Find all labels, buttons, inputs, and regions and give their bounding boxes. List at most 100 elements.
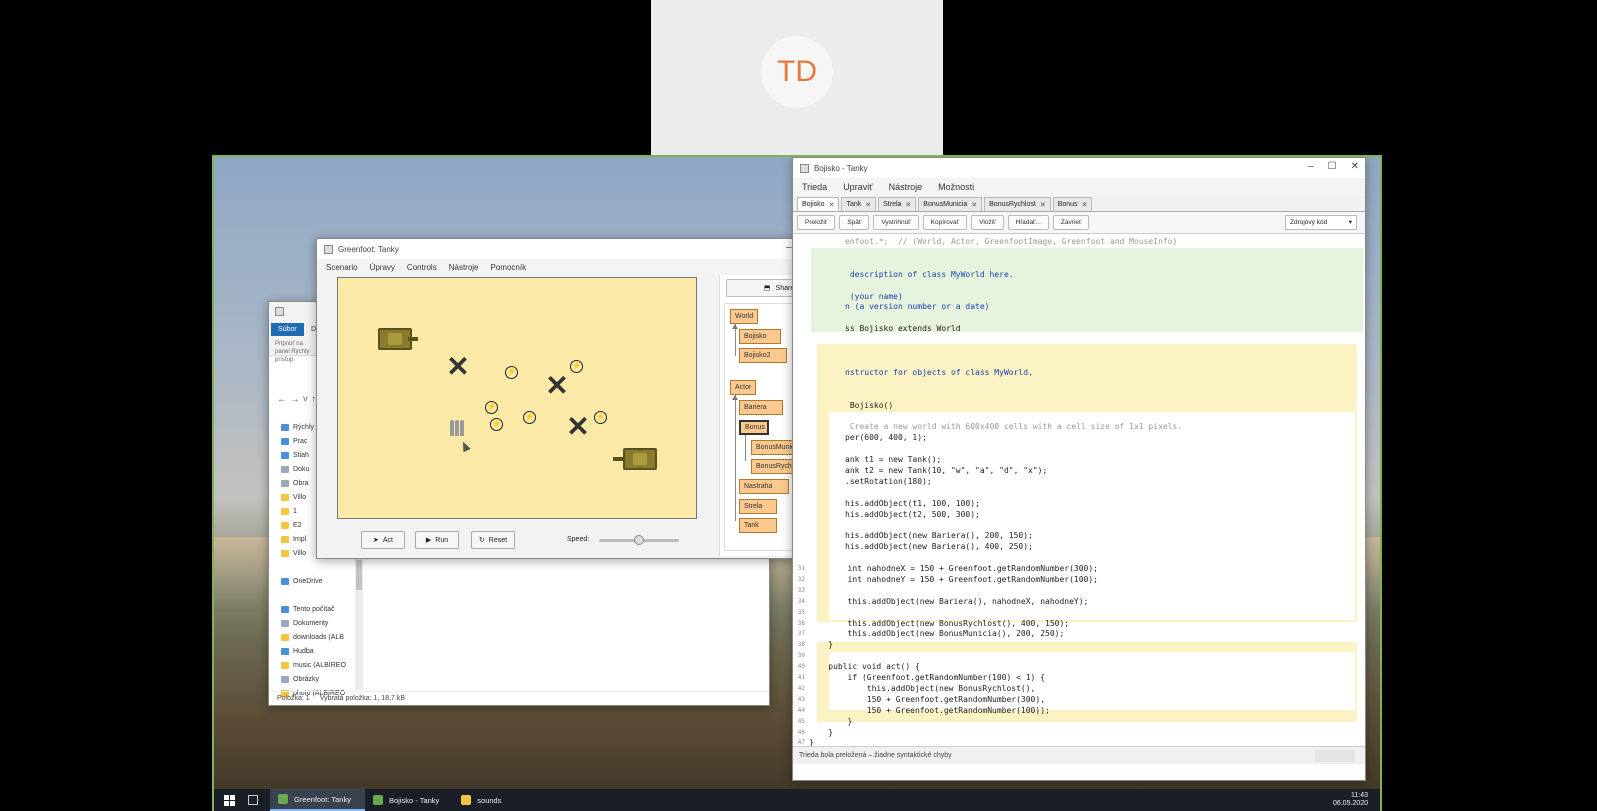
nav-pane-item[interactable]: Obrázky	[281, 672, 359, 686]
reset-button[interactable]: ↻ Reset	[471, 531, 515, 549]
editor-close-icon[interactable]: ✕	[1351, 161, 1359, 172]
line-number	[793, 541, 805, 552]
nav-pane-item-label: music (ALBIREO	[293, 661, 346, 669]
minimize-icon[interactable]: –	[786, 242, 792, 253]
editor-title: Bojisko - Tanky	[814, 163, 868, 173]
find-button[interactable]: Hľadať...	[1007, 215, 1049, 230]
tab-bonusrychlost[interactable]: BonusRychlost ✕	[984, 197, 1051, 211]
code-area[interactable]: enfoot.*; // (World, Actor, GreenfootIma…	[793, 234, 1365, 748]
tab-bonusmunicia[interactable]: BonusMunicia ✕	[918, 197, 983, 211]
menu-class[interactable]: Trieda	[802, 182, 827, 192]
class-bojisko[interactable]: Bojisko	[739, 329, 781, 344]
pin-quick-access-button[interactable]: Pripnúť na panel Rýchly prístup	[275, 340, 319, 364]
tab-tank[interactable]: Tank ✕	[841, 197, 877, 211]
clock-time: 11:43	[1351, 792, 1368, 799]
class-world[interactable]: World	[730, 309, 758, 324]
tank-actor-2[interactable]	[613, 448, 657, 470]
taskbar-sounds-folder[interactable]: sounds	[453, 789, 515, 811]
act-icon: ➤	[373, 537, 379, 544]
explorer-file-tab[interactable]: Súbor	[271, 323, 304, 336]
tab-bonus[interactable]: Bonus ✕	[1052, 197, 1093, 211]
compile-status: Trieda bola preložená – žiadne syntaktic…	[799, 752, 952, 759]
tab-bojisko[interactable]: Bojisko ✕	[797, 197, 840, 211]
barrier-actor-2[interactable]: ✕	[540, 371, 574, 401]
speed-slider-thumb[interactable]	[634, 535, 644, 545]
speed-bonus-icon-2[interactable]: ⚡	[570, 360, 583, 373]
speed-bonus-icon-5[interactable]: ⚡	[523, 411, 536, 424]
nav-pane-item[interactable]: downloads (ALB	[281, 630, 359, 644]
editor-toolbar: Preložiť Späť Vystrihnúť Kopírovať Vloži…	[793, 212, 1365, 234]
run-button[interactable]: ▶ Run	[415, 531, 459, 549]
nav-pane-item[interactable]: Tento počítač	[281, 602, 359, 616]
menu-options[interactable]: Možnosti	[938, 182, 974, 192]
speed-bonus-icon[interactable]: ⚡	[505, 366, 518, 379]
editor-maximize-icon[interactable]: ☐	[1328, 161, 1337, 172]
class-nastraha[interactable]: Nastraha	[739, 479, 789, 494]
line-number	[793, 301, 805, 312]
world-canvas[interactable]: ✕ ✕ ✕ ⚡ ⚡ ⚡ ⚡ ⚡ ⚡	[337, 277, 697, 519]
greenfoot-titlebar: Greenfoot: Tanky – ☐ ✕	[317, 239, 843, 259]
paste-button[interactable]: Vložiť	[971, 215, 1004, 230]
copy-button[interactable]: Kopírovať	[922, 215, 968, 230]
undo-button[interactable]: Späť	[839, 215, 870, 230]
class-tank[interactable]: Tank	[739, 518, 777, 533]
folder-icon	[281, 451, 289, 459]
nav-pane-item[interactable]: Dokumenty	[281, 616, 359, 630]
code-line: his.addObject(new Bariera(), 400, 250);	[845, 542, 1033, 552]
task-view-icon[interactable]	[248, 795, 258, 805]
class-bojisko2[interactable]: Bojisko2	[739, 348, 787, 363]
explorer-nav-arrows[interactable]: ← → ˅ ↑	[277, 394, 316, 405]
tank-actor[interactable]	[378, 328, 418, 350]
nav-pane-item-label: Doku	[293, 465, 310, 473]
act-button[interactable]: ➤ Act	[361, 531, 405, 549]
ammo-bonus-icon[interactable]	[450, 418, 470, 436]
speed-bonus-icon-6[interactable]: ⚡	[594, 411, 607, 424]
line-number	[793, 389, 805, 400]
menu-help[interactable]: Pomocník	[491, 263, 527, 272]
taskbar-greenfoot[interactable]: Greenfoot: Tanky	[270, 789, 365, 811]
barrier-actor-3[interactable]: ✕	[561, 412, 595, 442]
menu-edit-editor[interactable]: Upraviť	[843, 182, 872, 192]
class-strela[interactable]: Strela	[739, 499, 777, 514]
line-number	[793, 400, 805, 411]
barrier-actor[interactable]: ✕	[441, 352, 475, 382]
document-icon	[281, 465, 289, 473]
class-actor[interactable]: Actor	[730, 380, 756, 395]
class-bariera[interactable]: Bariera	[739, 400, 783, 415]
code-line: Bojisko()	[845, 400, 894, 410]
line-number: 41	[797, 674, 805, 681]
menu-controls[interactable]: Controls	[407, 263, 437, 272]
compile-button[interactable]: Preložiť	[797, 215, 836, 230]
line-number	[793, 498, 805, 509]
windows-start-icon[interactable]	[220, 789, 238, 811]
greenfoot-title: Greenfoot: Tanky	[338, 244, 399, 254]
nav-pane-item-label: Tento počítač	[293, 605, 335, 613]
folder-icon	[281, 647, 289, 655]
speed-slider[interactable]	[599, 535, 679, 545]
editor-minimize-icon[interactable]: –	[1308, 161, 1314, 172]
close-button[interactable]: Zavrieť	[1052, 215, 1090, 230]
view-select[interactable]: Zdrojový kód ▾	[1285, 215, 1357, 230]
menu-tools[interactable]: Nástroje	[449, 263, 479, 272]
greenfoot-editor-icon	[800, 163, 809, 173]
line-number: 46	[797, 728, 805, 736]
menu-scenario[interactable]: Scenario	[326, 263, 358, 272]
menu-tools-editor[interactable]: Nástroje	[889, 182, 923, 192]
nav-pane-item[interactable]: OneDrive	[281, 574, 359, 588]
menu-edit[interactable]: Úpravy	[370, 263, 395, 272]
tab-strela[interactable]: Strela ✕	[878, 197, 917, 211]
mouse-cursor-icon	[459, 439, 471, 453]
nav-pane-item[interactable]: Hudba	[281, 644, 359, 658]
speed-bonus-icon-3[interactable]: ⚡	[485, 401, 498, 414]
folder-icon	[281, 605, 289, 613]
line-number	[793, 291, 805, 302]
line-number	[793, 269, 805, 280]
taskbar-clock[interactable]: 11:43 06.05.2020	[1333, 792, 1368, 808]
class-bonus[interactable]: Bonus	[739, 420, 769, 435]
folder-icon	[275, 307, 284, 316]
cut-button[interactable]: Vystrihnúť	[873, 215, 919, 230]
speed-bonus-icon-4[interactable]: ⚡	[490, 418, 503, 431]
line-number	[793, 530, 805, 541]
taskbar-editor[interactable]: Bojisko - Tanky	[365, 789, 453, 811]
nav-pane-item[interactable]: music (ALBIREO	[281, 658, 359, 672]
